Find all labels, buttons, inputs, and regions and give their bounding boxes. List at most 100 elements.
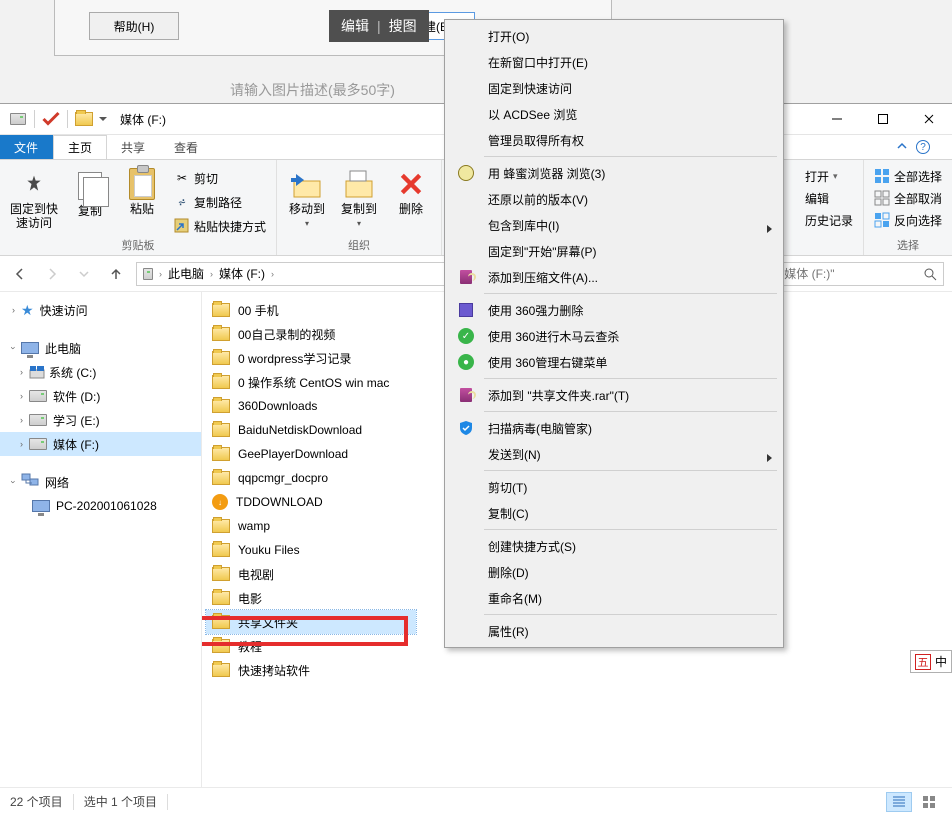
folder-icon (212, 615, 230, 629)
folder-item[interactable]: 0 wordpress学习记录 (206, 346, 416, 370)
up-button[interactable] (104, 262, 128, 286)
paste-shortcut-button[interactable]: 粘贴快捷方式 (170, 215, 270, 237)
tree-this-pc[interactable]: › 此电脑 (0, 336, 201, 360)
edit-tool[interactable]: 编辑 (341, 16, 369, 36)
tab-file[interactable]: 文件 (0, 135, 53, 159)
pin-quick-access-button[interactable]: 固定到快速访问 (6, 165, 62, 233)
tree-quick-access[interactable]: › ★ 快速访问 (0, 298, 201, 322)
copy-to-button[interactable]: 复制到 ▾ (335, 165, 383, 230)
move-to-label: 移动到 (289, 203, 325, 217)
search-icon[interactable] (921, 267, 939, 281)
cm-pin-start[interactable]: 固定到"开始"屏幕(P) (448, 238, 780, 264)
qat-folder-icon[interactable] (72, 107, 96, 131)
cm-create-shortcut[interactable]: 创建快捷方式(S) (448, 533, 780, 559)
tree-drive-c[interactable]: › 系统 (C:) (0, 360, 201, 384)
expander-icon[interactable]: › (9, 347, 19, 350)
folder-icon (212, 351, 230, 365)
search-image-tool[interactable]: 搜图 (389, 16, 417, 36)
close-button[interactable] (906, 104, 952, 134)
cm-360-delete[interactable]: 使用 360强力删除 (448, 297, 780, 323)
ribbon-collapse-icon[interactable] (896, 140, 908, 155)
expander-icon[interactable]: › (9, 481, 19, 484)
folder-item[interactable]: GeePlayerDownload (206, 442, 416, 466)
qat-checkmark[interactable] (39, 107, 63, 131)
expander-icon[interactable]: › (20, 391, 23, 401)
cm-360-trojan-scan[interactable]: ✓ 使用 360进行木马云查杀 (448, 323, 780, 349)
cm-scan-virus[interactable]: 扫描病毒(电脑管家) (448, 415, 780, 441)
tab-home[interactable]: 主页 (53, 135, 107, 159)
tree-network-pc[interactable]: PC-202001061028 (0, 494, 201, 518)
cm-add-to-named-rar[interactable]: 添加到 "共享文件夹.rar"(T) (448, 382, 780, 408)
folder-item[interactable]: 0 操作系统 CentOS win mac (206, 370, 416, 394)
cm-cut[interactable]: 剪切(T) (448, 474, 780, 500)
large-icons-view-button[interactable] (916, 792, 942, 812)
cm-add-to-archive[interactable]: 添加到压缩文件(A)... (448, 264, 780, 290)
breadcrumb-pc[interactable]: 此电脑 (162, 263, 210, 285)
tree-network[interactable]: › 网络 (0, 470, 201, 494)
folder-name: Youku Files (238, 543, 300, 557)
paste-button[interactable]: 粘贴 (118, 165, 166, 219)
cm-delete[interactable]: 删除(D) (448, 559, 780, 585)
folder-item[interactable]: 电视剧 (206, 562, 416, 586)
select-none-button[interactable]: 全部取消 (870, 187, 946, 209)
history-button[interactable]: 历史记录 (801, 209, 857, 231)
folder-item[interactable]: 00自己录制的视频 (206, 322, 416, 346)
open-button[interactable]: 打开 ▾ (801, 165, 842, 187)
folder-item[interactable]: BaiduNetdiskDownload (206, 418, 416, 442)
folder-item[interactable]: wamp (206, 514, 416, 538)
cm-admin-ownership[interactable]: 管理员取得所有权 (448, 127, 780, 153)
forward-button[interactable] (40, 262, 64, 286)
folder-item[interactable]: 电影 (206, 586, 416, 610)
recent-button[interactable] (72, 262, 96, 286)
help-icon[interactable]: ? (916, 140, 930, 154)
cm-restore-previous[interactable]: 还原以前的版本(V) (448, 186, 780, 212)
details-view-button[interactable] (886, 792, 912, 812)
cm-acdsee[interactable]: 以 ACDSee 浏览 (448, 101, 780, 127)
folder-item[interactable]: 00 手机 (206, 298, 416, 322)
folder-item[interactable]: 快速拷站软件 (206, 658, 416, 682)
cm-properties[interactable]: 属性(R) (448, 618, 780, 644)
breadcrumb-drive[interactable]: 媒体 (F:) (213, 263, 271, 285)
folder-item[interactable]: ↓TDDOWNLOAD (206, 490, 416, 514)
edit-button[interactable]: 编辑 (801, 187, 833, 209)
expander-icon[interactable]: › (20, 439, 23, 449)
delete-button[interactable]: 删除 (387, 165, 435, 219)
folder-item[interactable]: 共享文件夹 (206, 610, 416, 634)
folder-item[interactable]: Youku Files (206, 538, 416, 562)
expander-icon[interactable]: › (20, 415, 23, 425)
folder-item[interactable]: qqpcmgr_docpro (206, 466, 416, 490)
expander-icon[interactable]: › (12, 305, 15, 315)
maximize-button[interactable] (860, 104, 906, 134)
folder-item[interactable]: 教程 (206, 634, 416, 658)
qat-dropdown[interactable] (96, 117, 110, 121)
cm-send-to[interactable]: 发送到(N) (448, 441, 780, 467)
cm-include-library[interactable]: 包含到库中(I) (448, 212, 780, 238)
copy-button[interactable]: 复制 (66, 167, 114, 221)
cm-honey-browser[interactable]: 用 蜂蜜浏览器 浏览(3) (448, 160, 780, 186)
minimize-button[interactable] (814, 104, 860, 134)
cm-open-new-window[interactable]: 在新窗口中打开(E) (448, 49, 780, 75)
ime-indicator[interactable]: 五 中 (910, 650, 952, 673)
navigation-tree[interactable]: › ★ 快速访问 › 此电脑 › 系统 (C:) › 软件 (D:) (0, 292, 202, 787)
cm-rename[interactable]: 重命名(M) (448, 585, 780, 611)
tab-share[interactable]: 共享 (107, 135, 160, 159)
cm-copy[interactable]: 复制(C) (448, 500, 780, 526)
cm-360-context-menu[interactable]: ● 使用 360管理右键菜单 (448, 349, 780, 375)
cm-open[interactable]: 打开(O) (448, 23, 780, 49)
move-to-button[interactable]: 移动到 ▾ (283, 165, 331, 230)
invert-selection-button[interactable]: 反向选择 (870, 209, 946, 231)
cut-button[interactable]: ✂ 剪切 (170, 167, 270, 189)
context-menu[interactable]: 打开(O) 在新窗口中打开(E) 固定到快速访问 以 ACDSee 浏览 管理员… (444, 19, 784, 648)
copy-path-button[interactable]: ⩫ 复制路径 (170, 191, 270, 213)
select-all-button[interactable]: 全部选择 (870, 165, 946, 187)
cm-pin-quick-access[interactable]: 固定到快速访问 (448, 75, 780, 101)
cm-divider (484, 470, 777, 471)
tab-view[interactable]: 查看 (160, 135, 213, 159)
tree-drive-d[interactable]: › 软件 (D:) (0, 384, 201, 408)
tree-drive-e[interactable]: › 学习 (E:) (0, 408, 201, 432)
expander-icon[interactable]: › (20, 367, 23, 377)
tree-drive-f[interactable]: › 媒体 (F:) (0, 432, 201, 456)
folder-item[interactable]: 360Downloads (206, 394, 416, 418)
back-button[interactable] (8, 262, 32, 286)
help-button[interactable]: 帮助(H) (89, 12, 179, 40)
